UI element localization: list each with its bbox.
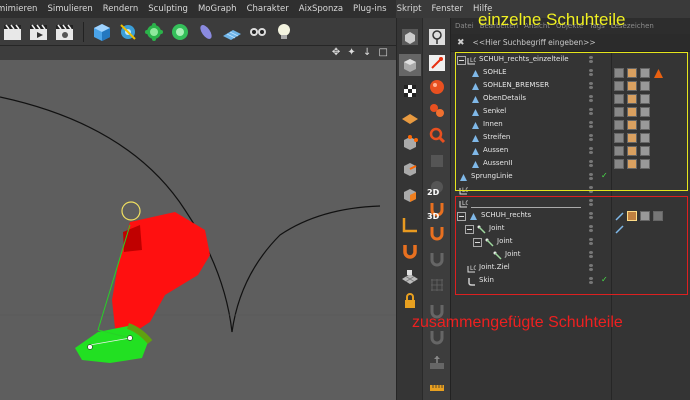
edges-mode-icon[interactable]: [399, 158, 421, 180]
shoe-upper-mesh[interactable]: [112, 212, 210, 335]
clapper-render-settings-icon[interactable]: [54, 21, 76, 43]
menu-item-mimieren[interactable]: mimieren: [0, 4, 42, 14]
cinema4d-window: mimieren Simulieren Rendern Sculpting Mo…: [0, 0, 690, 400]
workplane-icon[interactable]: [399, 106, 421, 128]
generator-icon[interactable]: [169, 21, 191, 43]
magnifier-icon[interactable]: [426, 124, 448, 146]
texture-mode-icon[interactable]: [399, 80, 421, 102]
floor-plane-icon[interactable]: [221, 21, 243, 43]
menu-item-rendern[interactable]: Rendern: [98, 4, 144, 14]
left-tool-strip: [396, 18, 422, 400]
3d-viewport[interactable]: [0, 60, 396, 400]
menu-item-simulieren[interactable]: Simulieren: [42, 4, 97, 14]
capsule-object-icon[interactable]: [195, 21, 217, 43]
snap-2d-label[interactable]: 2D: [427, 188, 439, 197]
toolbar-separator: [83, 21, 84, 42]
snap-3d-magnet-icon[interactable]: [426, 222, 448, 244]
disabled-tool-icon[interactable]: [426, 150, 448, 172]
points-mode-icon[interactable]: [399, 132, 421, 154]
clapper-render-view-icon[interactable]: [28, 21, 50, 43]
sphere-red-icon[interactable]: [426, 76, 448, 98]
guide-icon[interactable]: [426, 352, 448, 374]
disabled-magnet-icon[interactable]: [426, 248, 448, 270]
orange-marker-icon[interactable]: [426, 52, 448, 74]
annotation-box-yellow: [455, 52, 688, 191]
clapper-render-icon[interactable]: [2, 21, 24, 43]
annotation-title-red: zusammengefügte Schuhteile: [412, 314, 623, 331]
ik-target-ring[interactable]: [121, 201, 141, 221]
workplane-grid-icon[interactable]: [399, 266, 421, 288]
menu-item-sculpting[interactable]: Sculpting: [143, 4, 193, 14]
light-icon[interactable]: [273, 21, 295, 43]
snap-magnet-icon[interactable]: [399, 240, 421, 262]
main-toolbar: [0, 18, 396, 46]
perspective-view-icon[interactable]: [399, 26, 421, 48]
joint-handle-2[interactable]: [127, 335, 133, 341]
spline-curve-right: [231, 205, 381, 333]
axis-mode-icon[interactable]: [399, 214, 421, 236]
viewport-scene: [0, 96, 396, 363]
grid-snap-icon[interactable]: [426, 274, 448, 296]
menu-item-charakter[interactable]: Charakter: [242, 4, 294, 14]
ruler-icon[interactable]: [426, 376, 448, 398]
cube-icon[interactable]: [91, 21, 113, 43]
viewport-header: ✥ ✦ ↓ □: [0, 46, 396, 60]
bend-deformer-icon[interactable]: [117, 21, 139, 43]
menu-item-plugins[interactable]: Plug-ins: [348, 4, 392, 14]
model-mode-icon[interactable]: [399, 54, 421, 76]
joint-handle[interactable]: [87, 344, 93, 350]
menu-item-skript[interactable]: Skript: [392, 4, 427, 14]
object-search-bar: ✖ <<Hier Suchbegriff eingeben>>: [451, 34, 690, 52]
annotation-title-yellow: einzelne Schuhteile: [478, 10, 626, 29]
close-search-icon[interactable]: ✖: [457, 38, 465, 48]
spheres-group-icon[interactable]: [426, 100, 448, 122]
right-tool-strip: 2D 3D: [422, 18, 450, 400]
lock-icon[interactable]: [399, 290, 421, 312]
om-menu-datei[interactable]: Datei: [455, 22, 474, 30]
viewport-nav-icons[interactable]: ✥ ✦ ↓ □: [332, 47, 390, 58]
camera-icon[interactable]: [247, 21, 269, 43]
brush-icon[interactable]: [426, 26, 448, 48]
menu-item-aixsponza[interactable]: AixSponza: [294, 4, 348, 14]
polygons-mode-icon[interactable]: [399, 184, 421, 206]
menu-item-fenster[interactable]: Fenster: [426, 4, 468, 14]
mograph-cloner-icon[interactable]: [143, 21, 165, 43]
menu-bar: mimieren Simulieren Rendern Sculpting Mo…: [0, 0, 492, 18]
search-input[interactable]: <<Hier Suchbegriff eingeben>>: [473, 38, 596, 47]
menu-item-mograph[interactable]: MoGraph: [193, 4, 242, 14]
snap-3d-label[interactable]: 3D: [427, 212, 439, 221]
annotation-box-red: [455, 196, 688, 295]
